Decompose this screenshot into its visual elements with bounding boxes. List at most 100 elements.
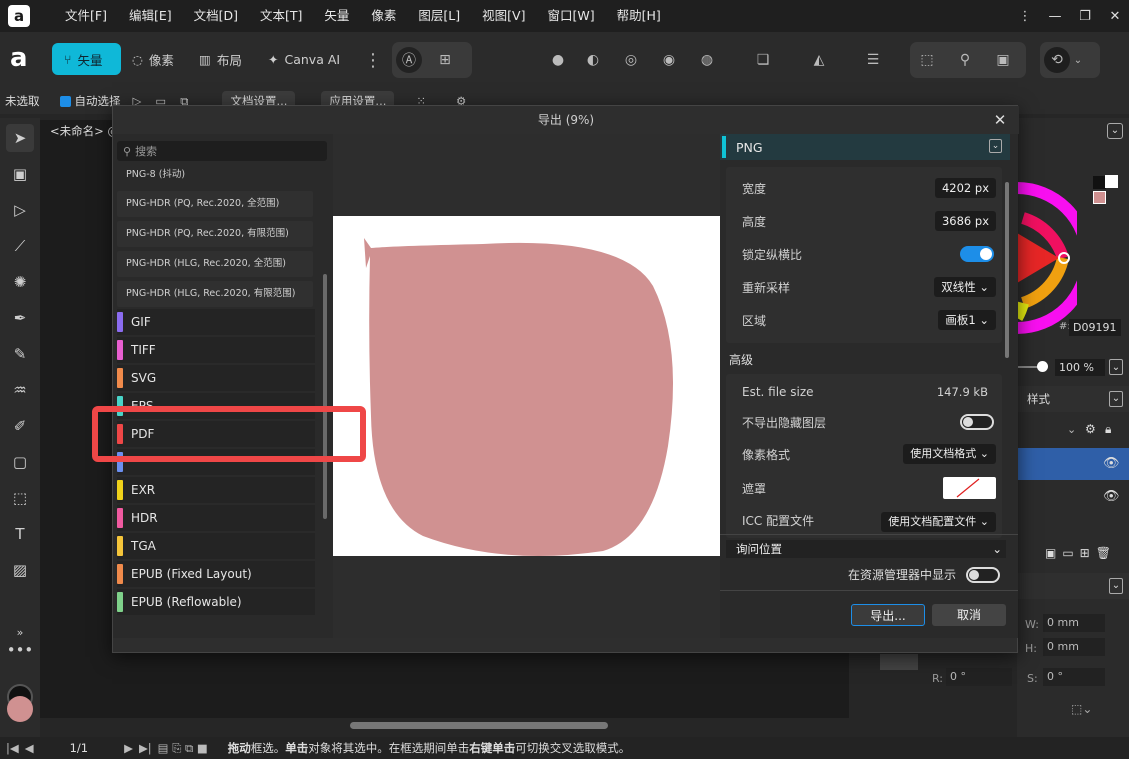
layer-settings-icon[interactable]: ⚙: [1085, 422, 1096, 436]
boolean-xor-icon[interactable]: ◉: [656, 47, 682, 73]
format-item-gif[interactable]: GIF: [117, 309, 315, 335]
layers-menu-icon[interactable]: ⌄: [1109, 391, 1123, 407]
settings-scrollbar[interactable]: [1005, 182, 1009, 358]
menu-window[interactable]: 窗口[W]: [536, 0, 605, 32]
image-tool-icon[interactable]: ▨: [6, 556, 34, 584]
width-input[interactable]: 4202 px: [934, 178, 996, 198]
format-item-tiff[interactable]: TIFF: [117, 337, 315, 363]
format-sub-item[interactable]: PNG-8 (抖动): [117, 162, 313, 188]
transform-origin-dropdown-icon[interactable]: ⬚⌄: [1071, 702, 1092, 716]
prev-page-icon[interactable]: ◀: [25, 741, 34, 755]
pixel-format-select[interactable]: 使用文档格式 ⌄: [903, 444, 996, 464]
page-tools-icon[interactable]: ▤ ⎘ ⧉ ■: [158, 741, 208, 756]
menu-text[interactable]: 文本[T]: [249, 0, 313, 32]
format-sub-item[interactable]: PNG-HDR (PQ, Rec.2020, 全范围): [117, 191, 313, 217]
fill-color-swatch[interactable]: [7, 696, 33, 722]
search-input[interactable]: ⚲ 搜索: [117, 141, 327, 161]
hex-input[interactable]: D09191: [1069, 319, 1121, 336]
format-item-tga[interactable]: TGA: [117, 533, 315, 559]
artboard-tool-icon[interactable]: ▣: [6, 160, 34, 188]
matte-swatch[interactable]: [943, 477, 996, 499]
chevron-down-icon[interactable]: ⌄: [1070, 47, 1086, 73]
last-page-icon[interactable]: ▶|: [139, 741, 152, 755]
resample-select[interactable]: 双线性 ⌄: [934, 277, 996, 297]
visibility-eye-icon[interactable]: 👁︎: [1103, 489, 1120, 504]
icc-select[interactable]: 使用文档配置文件 ⌄: [881, 512, 996, 532]
boolean-add-icon[interactable]: ●: [545, 47, 571, 73]
transform-menu-icon[interactable]: ⌄: [1109, 578, 1123, 594]
visibility-eye-icon[interactable]: 👁︎: [1103, 456, 1120, 471]
width-input[interactable]: 0 mm: [1043, 614, 1105, 632]
menu-file[interactable]: 文件[F]: [54, 0, 118, 32]
persona-canva-button[interactable]: ✦ Canva AI: [268, 43, 340, 75]
menu-document[interactable]: 文档[D]: [183, 0, 249, 32]
horizontal-scrollbar[interactable]: [40, 718, 863, 733]
opacity-slider-knob[interactable]: [1037, 361, 1048, 372]
format-item-epub-reflow[interactable]: EPUB (Reflowable): [117, 589, 315, 615]
menu-pixel[interactable]: 像素: [360, 0, 407, 32]
cancel-button[interactable]: 取消: [932, 604, 1006, 626]
location-select[interactable]: 询问位置 ⌄: [726, 540, 1006, 558]
opacity-dropdown-icon[interactable]: ⌄: [1109, 359, 1123, 375]
fill-tool-icon[interactable]: ✐: [6, 412, 34, 440]
white-swatch[interactable]: [1105, 175, 1118, 188]
minimize-icon[interactable]: —: [1041, 0, 1069, 32]
blend-dropdown-icon[interactable]: ⌄: [1067, 423, 1076, 436]
more-icon[interactable]: ⋮: [1011, 0, 1039, 32]
node-tool-icon[interactable]: ▷: [6, 196, 34, 224]
menu-edit[interactable]: 编辑[E]: [118, 0, 183, 32]
layer-actions-icons[interactable]: ▣▭⊞🗑︎: [1045, 546, 1117, 560]
format-list-scrollbar[interactable]: [323, 274, 327, 519]
format-item-epub-fixed[interactable]: EPUB (Fixed Layout): [117, 561, 315, 587]
fill-swatch[interactable]: [1093, 191, 1106, 204]
panel-menu-icon[interactable]: ⌄: [1107, 123, 1123, 139]
height-input[interactable]: 3686 px: [934, 211, 996, 231]
format-sub-item[interactable]: PNG-HDR (PQ, Rec.2020, 有限范围): [117, 221, 313, 247]
first-page-icon[interactable]: |◀: [6, 741, 19, 755]
corner-tool-icon[interactable]: ⟋: [6, 232, 34, 260]
opacity-input[interactable]: 100 %: [1055, 359, 1105, 376]
more-tools-icon[interactable]: •••: [6, 636, 34, 664]
layer-row-selected[interactable]: 👁︎: [1017, 448, 1129, 480]
more-vertical-icon[interactable]: ⋮: [360, 47, 386, 73]
no-hidden-toggle[interactable]: [960, 414, 994, 430]
menu-vector[interactable]: 矢量: [313, 0, 360, 32]
persona-layout-button[interactable]: ▥ 布局: [199, 43, 242, 75]
persona-vector-button[interactable]: ⑂ 矢量: [52, 43, 121, 75]
snap-transform-icon[interactable]: ⬚: [914, 47, 940, 73]
contour-tool-icon[interactable]: ✺: [6, 268, 34, 296]
menu-help[interactable]: 帮助[H]: [606, 0, 672, 32]
lock-icon[interactable]: 🔒︎: [1105, 422, 1111, 437]
format-sub-item[interactable]: PNG-HDR (HLG, Rec.2020, 有限范围): [117, 281, 313, 307]
pen-tool-icon[interactable]: ✒: [6, 304, 34, 332]
move-tool-icon[interactable]: ➤: [6, 124, 34, 152]
area-select[interactable]: 画板1 ⌄: [938, 310, 996, 330]
height-input[interactable]: 0 mm: [1043, 638, 1105, 656]
layer-row[interactable]: 👁︎: [1017, 481, 1129, 513]
restore-icon[interactable]: ❐: [1071, 0, 1099, 32]
grid-icon[interactable]: ⊞: [432, 47, 458, 73]
shear-input[interactable]: 0 °: [1043, 668, 1105, 686]
document-tab[interactable]: <未命名> @: [40, 120, 120, 142]
format-item-hdr[interactable]: HDR: [117, 505, 315, 531]
lock-aspect-toggle[interactable]: [960, 246, 994, 262]
format-sub-item[interactable]: PNG-HDR (HLG, Rec.2020, 全范围): [117, 251, 313, 277]
view-mode-icon[interactable]: Ⓐ: [396, 47, 422, 73]
shape-tool-icon[interactable]: ⬚: [6, 484, 34, 512]
snapping-icon[interactable]: ⟲: [1044, 47, 1070, 73]
snap-node-icon[interactable]: ⚲: [952, 47, 978, 73]
rectangle-tool-icon[interactable]: ▢: [6, 448, 34, 476]
color-wheel-icon[interactable]: [1017, 178, 1077, 338]
horizontal-scroll-thumb[interactable]: [350, 722, 608, 729]
menu-layer[interactable]: 图层[L]: [407, 0, 471, 32]
brush-tool-icon[interactable]: ♒: [6, 376, 34, 404]
format-item-exr[interactable]: EXR: [117, 477, 315, 503]
snap-bounds-icon[interactable]: ▣: [990, 47, 1016, 73]
boolean-subtract-icon[interactable]: ◐: [580, 47, 606, 73]
format-item-svg[interactable]: SVG: [117, 365, 315, 391]
menu-view[interactable]: 视图[V]: [471, 0, 536, 32]
pencil-tool-icon[interactable]: ✎: [6, 340, 34, 368]
align-icon[interactable]: ☰: [860, 47, 886, 73]
persona-pixel-button[interactable]: ◌ 像素: [132, 43, 174, 75]
close-window-icon[interactable]: ✕: [1101, 0, 1129, 32]
